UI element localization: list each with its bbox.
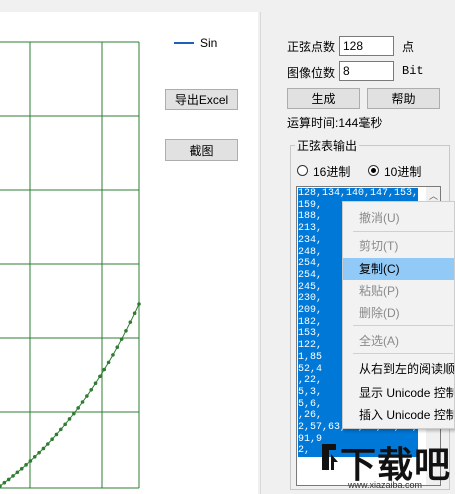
output-group-title: 正弦表输出 bbox=[295, 137, 360, 154]
data-point bbox=[128, 320, 133, 324]
generate-button[interactable]: 生成 bbox=[287, 88, 360, 109]
data-point bbox=[132, 311, 137, 316]
data-point bbox=[124, 329, 128, 333]
watermark: 下载吧 www.xiazaiba.com bbox=[318, 434, 455, 494]
data-point bbox=[6, 477, 11, 482]
context-menu-item[interactable]: 粘贴(P) bbox=[343, 280, 454, 302]
bits-unit: Bit bbox=[402, 64, 424, 78]
data-point bbox=[106, 360, 111, 365]
elapsed-time: 运算时间:144毫秒 bbox=[287, 116, 383, 130]
data-point bbox=[76, 406, 80, 410]
radio-hex[interactable] bbox=[297, 165, 308, 176]
screenshot-button[interactable]: 截图 bbox=[165, 139, 238, 161]
radio-hex-label[interactable]: 16进制 bbox=[313, 163, 350, 180]
legend-label: Sin bbox=[200, 36, 218, 50]
data-point bbox=[72, 411, 76, 416]
data-point bbox=[32, 455, 37, 459]
data-point bbox=[19, 466, 24, 471]
watermark-url: www.xiazaiba.com bbox=[348, 480, 423, 490]
data-point bbox=[102, 367, 107, 372]
data-point bbox=[59, 427, 63, 432]
data-point bbox=[11, 474, 15, 478]
context-menu-item[interactable]: 全选(A) bbox=[343, 330, 454, 352]
points-input[interactable]: 128 bbox=[339, 36, 394, 56]
data-point bbox=[93, 381, 98, 386]
data-point bbox=[37, 450, 41, 455]
context-menu-separator bbox=[353, 325, 453, 326]
radio-dec[interactable] bbox=[368, 165, 379, 176]
data-point bbox=[54, 432, 59, 437]
context-menu-item[interactable]: 插入 Unicode 控制字符(I) bbox=[343, 404, 454, 426]
data-point bbox=[41, 446, 46, 451]
data-point bbox=[115, 345, 120, 349]
context-menu-item[interactable]: 从右到左的阅读顺序(R) bbox=[343, 358, 454, 380]
data-point bbox=[119, 337, 124, 341]
context-menu-item[interactable]: 复制(C) bbox=[343, 258, 454, 280]
context-menu-separator bbox=[353, 231, 453, 232]
data-point bbox=[89, 387, 94, 392]
points-unit: 点 bbox=[402, 40, 415, 54]
bits-label: 图像位数 bbox=[287, 66, 336, 80]
context-menu-item[interactable]: 显示 Unicode 控制字符(S) bbox=[343, 382, 454, 404]
context-menu-item[interactable]: 撤消(U) bbox=[343, 207, 454, 229]
data-point bbox=[45, 442, 50, 446]
context-menu: 撤消(U) 剪切(T)复制(C)粘贴(P)删除(D) 全选(A) 从右到左的阅读顺序(… bbox=[342, 201, 455, 429]
data-point bbox=[98, 374, 102, 379]
legend-line-swatch bbox=[174, 42, 194, 44]
context-menu-separator bbox=[353, 353, 453, 354]
data-point bbox=[24, 463, 28, 467]
watermark-logo-icon bbox=[322, 444, 338, 470]
data-point bbox=[28, 459, 33, 463]
help-button[interactable]: 帮助 bbox=[367, 88, 440, 109]
radio-dec-label[interactable]: 10进制 bbox=[384, 163, 421, 180]
bits-input[interactable]: 8 bbox=[339, 61, 394, 81]
export-excel-button[interactable]: 导出Excel bbox=[165, 89, 238, 110]
data-point bbox=[15, 470, 20, 475]
series-line-sin bbox=[0, 303, 140, 487]
chart-grid bbox=[0, 41, 140, 489]
data-point bbox=[2, 480, 7, 485]
data-point bbox=[63, 422, 67, 427]
context-menu-item[interactable]: 删除(D) bbox=[343, 302, 454, 324]
data-point bbox=[137, 302, 141, 306]
data-point bbox=[111, 353, 115, 357]
data-point bbox=[67, 417, 72, 421]
context-menu-item[interactable]: 剪切(T) bbox=[343, 235, 454, 257]
output-line: 128,134,140,147,153, bbox=[298, 188, 419, 200]
points-label: 正弦点数 bbox=[287, 40, 336, 54]
panel-divider bbox=[260, 12, 261, 494]
data-point bbox=[80, 400, 85, 404]
data-point bbox=[85, 394, 89, 398]
chart-series-sin bbox=[0, 302, 141, 488]
data-point bbox=[50, 437, 54, 442]
sine-chart bbox=[0, 41, 141, 489]
